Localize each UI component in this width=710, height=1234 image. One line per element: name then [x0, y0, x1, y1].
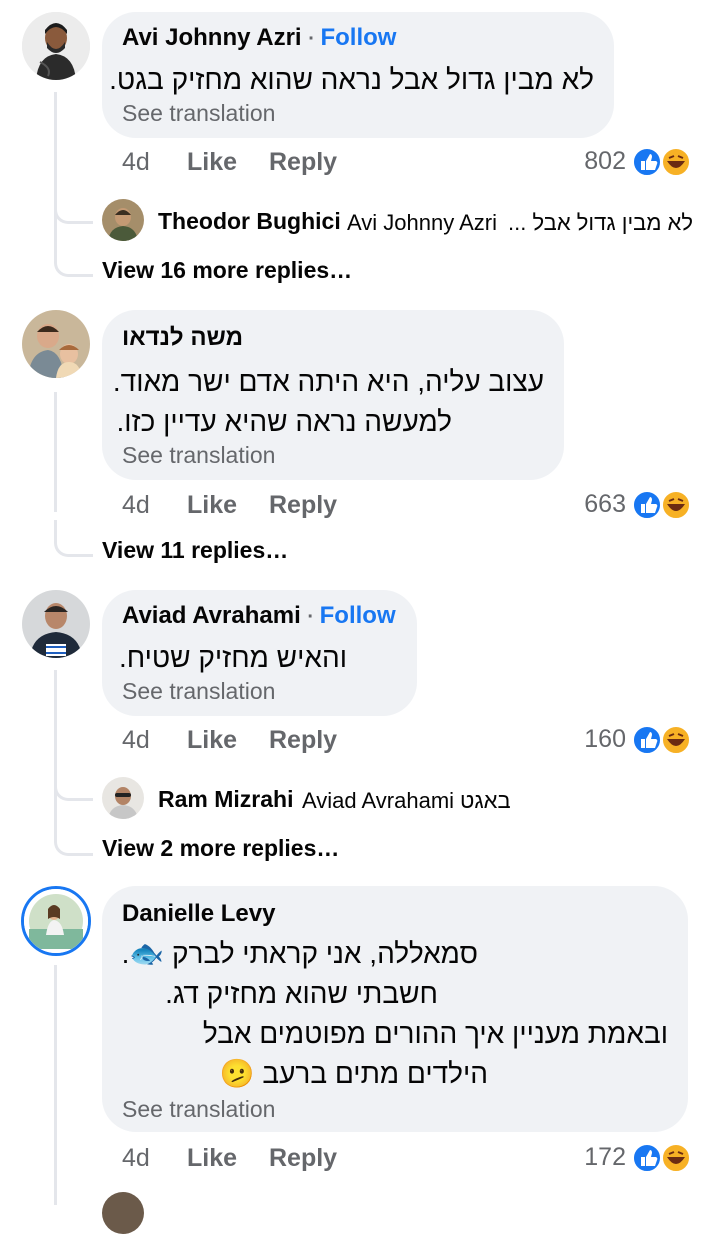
reaction-count[interactable]: 172 [584, 1143, 626, 1172]
avatar[interactable] [22, 590, 90, 658]
follow-button[interactable]: Follow [320, 24, 396, 51]
thread-line [54, 392, 57, 512]
reply-button[interactable]: Reply [269, 726, 337, 755]
reaction-icons[interactable] [632, 1143, 690, 1173]
comment-bubble: Aviad Avrahami · Follow והאיש מחזיק שטיח… [102, 590, 417, 716]
reply-connector [54, 815, 93, 856]
reply-author[interactable]: Ram Mizrahi [158, 786, 293, 813]
reply-mention[interactable]: Avi Johnny Azri [347, 210, 497, 236]
comment-time[interactable]: 4d [122, 148, 150, 177]
avatar[interactable] [22, 310, 90, 378]
comment-text: חשבתי שהוא מחזיק דג. [165, 978, 438, 1009]
see-translation-link[interactable]: See translation [122, 442, 275, 469]
thread-line [54, 965, 57, 1205]
reply-connector [54, 240, 93, 277]
reply-text: באגט [460, 788, 511, 813]
avatar[interactable] [102, 777, 144, 819]
comment-time[interactable]: 4d [122, 1144, 150, 1173]
reply-connector [54, 770, 93, 801]
reply-connector [54, 195, 93, 224]
comment-time[interactable]: 4d [122, 491, 150, 520]
comment-text: הילדים מתים ברעב 🫤 [219, 1058, 488, 1089]
see-translation-link[interactable]: See translation [122, 678, 275, 705]
like-button[interactable]: Like [187, 1144, 237, 1173]
comment-bubble: Danielle Levy סמאללה, אני קראתי לברק 🐟. … [102, 886, 688, 1132]
avatar[interactable] [102, 199, 144, 241]
comment-text: סמאללה, אני קראתי לברק 🐟. [121, 938, 478, 969]
view-more-replies[interactable]: View 2 more replies… [102, 835, 339, 862]
comment-author[interactable]: Avi Johnny Azri · Follow [122, 24, 396, 52]
see-translation-link[interactable]: See translation [122, 100, 275, 127]
comment-author[interactable]: Aviad Avrahami · Follow [122, 602, 396, 630]
reaction-count[interactable]: 802 [584, 147, 626, 176]
comment-text: לא מבין גדול אבל נראה שהוא מחזיק בגט. [109, 64, 594, 95]
reply-mention[interactable]: Aviad Avrahami [302, 788, 454, 814]
reaction-count[interactable]: 160 [584, 725, 626, 754]
like-button[interactable]: Like [187, 491, 237, 520]
like-button[interactable]: Like [187, 148, 237, 177]
reply-button[interactable]: Reply [269, 148, 337, 177]
reply-text: לא מבין גדול אבל ... [508, 210, 694, 235]
view-more-replies[interactable]: View 16 more replies… [102, 257, 352, 284]
reaction-icons[interactable] [632, 490, 690, 520]
reaction-icons[interactable] [632, 725, 690, 755]
avatar[interactable] [21, 886, 91, 956]
thread-line [54, 92, 57, 242]
comment-author[interactable]: Danielle Levy [122, 900, 275, 928]
comment-text: למעשה נראה שהיא עדיין כזו. [116, 406, 453, 437]
thread-line [54, 670, 57, 820]
comment-bubble: משה לנדאו עצוב עליה, היא היתה אדם ישר מא… [102, 310, 564, 480]
comment-text: ובאמת מעניין איך ההורים מפוטמים אבל [202, 1018, 668, 1049]
comment-text: והאיש מחזיק שטיח. [118, 642, 347, 673]
comment-author[interactable]: משה לנדאו [122, 324, 243, 352]
reaction-icons[interactable] [632, 147, 690, 177]
reply-button[interactable]: Reply [269, 1144, 337, 1173]
reply-button[interactable]: Reply [269, 491, 337, 520]
avatar[interactable] [102, 1192, 144, 1234]
reaction-count[interactable]: 663 [584, 490, 626, 519]
comment-time[interactable]: 4d [122, 726, 150, 755]
see-translation-link[interactable]: See translation [122, 1096, 275, 1123]
view-replies[interactable]: View 11 replies… [102, 537, 288, 564]
reply-connector [54, 520, 93, 557]
reply-author[interactable]: Theodor Bughici [158, 208, 341, 235]
like-button[interactable]: Like [187, 726, 237, 755]
avatar[interactable] [22, 12, 90, 80]
follow-button[interactable]: Follow [320, 602, 396, 629]
comment-bubble: Avi Johnny Azri · Follow לא מבין גדול אב… [102, 12, 614, 138]
comment-text: עצוב עליה, היא היתה אדם ישר מאוד. [112, 366, 544, 397]
